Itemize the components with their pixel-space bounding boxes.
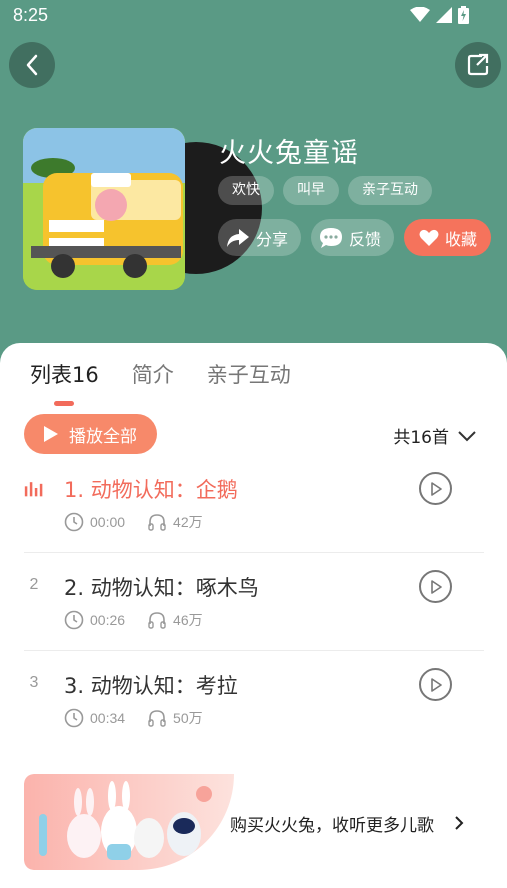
track-title: 3. 动物认知：考拉 bbox=[64, 674, 238, 698]
clock-icon bbox=[64, 708, 84, 728]
tag[interactable]: 叫早 bbox=[283, 176, 339, 205]
play-icon bbox=[430, 677, 442, 692]
share-label: 分享 bbox=[256, 229, 289, 249]
track-row[interactable]: 2 2. 动物认知：啄木鸟 00:26 46万 bbox=[24, 553, 484, 651]
track-count: 共16首 bbox=[393, 428, 449, 448]
track-index: 2 bbox=[29, 576, 39, 593]
chevron-down-icon bbox=[458, 430, 476, 441]
track-row[interactable]: 3 3. 动物认知：考拉 00:34 50万 bbox=[24, 651, 484, 749]
share-top-button[interactable] bbox=[455, 42, 501, 88]
wifi-icon bbox=[410, 7, 430, 22]
play-icon bbox=[430, 579, 442, 594]
play-icon bbox=[44, 426, 58, 442]
track-meta: 00:26 46万 bbox=[64, 610, 225, 630]
track-duration: 00:00 bbox=[90, 514, 126, 530]
track-plays: 46万 bbox=[173, 612, 203, 628]
play-all-button[interactable]: 播放全部 bbox=[24, 414, 157, 454]
feedback-button[interactable]: 反馈 bbox=[311, 219, 395, 256]
album-cover[interactable] bbox=[23, 128, 185, 290]
tab-bar: 列表16 简介 亲子互动 bbox=[30, 359, 291, 406]
track-meta: 00:34 50万 bbox=[64, 708, 225, 728]
equalizer-icon bbox=[24, 482, 43, 497]
track-title: 1. 动物认知：企鹅 bbox=[64, 478, 238, 502]
content-sheet: 列表16 简介 亲子互动 播放全部 共16首 1. 动物认知：企鹅 00:00 … bbox=[0, 343, 507, 888]
heart-icon bbox=[419, 229, 439, 246]
tag-list: 欢快 叫早 亲子互动 bbox=[218, 176, 432, 205]
track-meta: 00:00 42万 bbox=[64, 512, 225, 532]
clock-icon bbox=[64, 512, 84, 532]
action-row: 分享 反馈 收藏 bbox=[218, 219, 492, 256]
headphones-icon bbox=[148, 612, 166, 629]
feedback-label: 反馈 bbox=[349, 229, 382, 249]
back-icon bbox=[26, 54, 38, 76]
track-row[interactable]: 1. 动物认知：企鹅 00:00 42万 bbox=[24, 455, 484, 553]
promo-banner[interactable]: 购买火火兔，收听更多儿歌 bbox=[24, 774, 484, 870]
play-icon bbox=[430, 481, 442, 496]
tag[interactable]: 亲子互动 bbox=[348, 176, 432, 205]
tab-interaction[interactable]: 亲子互动 bbox=[207, 359, 291, 389]
tag[interactable]: 欢快 bbox=[218, 176, 274, 205]
tab-intro[interactable]: 简介 bbox=[132, 359, 174, 389]
chevron-right-icon bbox=[455, 816, 464, 830]
share-button[interactable]: 分享 bbox=[218, 219, 302, 256]
banner-illustration bbox=[24, 774, 234, 870]
chat-icon bbox=[320, 227, 343, 248]
status-icons bbox=[410, 6, 469, 24]
track-play-button[interactable] bbox=[419, 570, 452, 603]
track-count-dropdown[interactable]: 共16首 bbox=[393, 423, 477, 448]
track-play-button[interactable] bbox=[419, 668, 452, 701]
status-bar: 8:25 bbox=[0, 0, 507, 34]
back-button[interactable] bbox=[9, 42, 55, 88]
battery-icon bbox=[458, 6, 469, 24]
share-icon bbox=[227, 228, 249, 247]
track-index: 3 bbox=[29, 674, 39, 691]
signal-icon bbox=[436, 7, 452, 23]
track-play-button[interactable] bbox=[419, 472, 452, 505]
status-time: 8:25 bbox=[13, 5, 49, 25]
headphones-icon bbox=[148, 710, 166, 727]
play-all-label: 播放全部 bbox=[69, 426, 137, 447]
toy-rabbits-image bbox=[39, 781, 212, 860]
album-title: 火火兔童谣 bbox=[219, 138, 359, 169]
tab-list[interactable]: 列表16 bbox=[30, 359, 99, 406]
favorite-label: 收藏 bbox=[445, 229, 478, 249]
track-title: 2. 动物认知：啄木鸟 bbox=[64, 576, 259, 600]
track-plays: 42万 bbox=[173, 514, 203, 530]
clock-icon bbox=[64, 610, 84, 630]
headphones-icon bbox=[148, 514, 166, 531]
share-out-icon bbox=[467, 53, 489, 76]
cover-illustration bbox=[23, 128, 185, 290]
banner-text: 购买火火兔，收听更多儿歌 bbox=[230, 816, 434, 836]
favorite-button[interactable]: 收藏 bbox=[404, 219, 492, 256]
track-duration: 00:26 bbox=[90, 612, 126, 628]
track-duration: 00:34 bbox=[90, 710, 126, 726]
track-plays: 50万 bbox=[173, 710, 203, 726]
